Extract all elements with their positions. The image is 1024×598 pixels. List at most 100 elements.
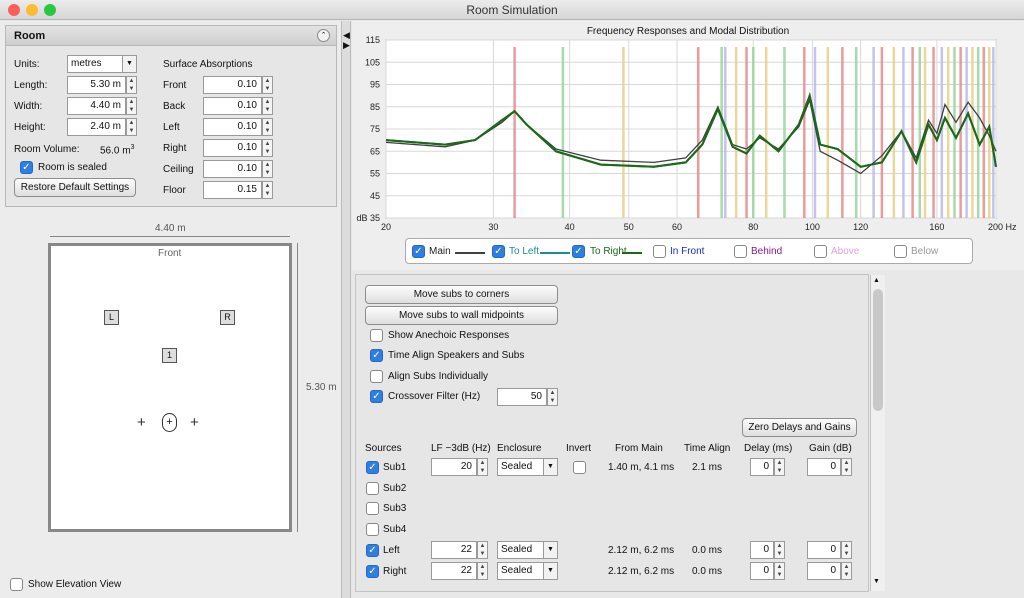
enclosure-header: Enclosure	[497, 443, 542, 454]
sub1-speaker[interactable]: 1	[162, 348, 177, 363]
right-delay-stepper[interactable]: ▲ ▼	[774, 561, 785, 580]
legend-main-swatch	[455, 252, 485, 254]
show-elevation-checkbox[interactable]	[10, 578, 23, 591]
y-tick-label: dB 35	[356, 213, 380, 223]
legend-in-front-label: In Front	[670, 246, 705, 257]
sub1-lf-input[interactable]: 20	[431, 458, 477, 476]
show-anechoic-label: Show Anechoic Responses	[388, 330, 510, 341]
left-delay-input[interactable]: 0	[750, 540, 774, 559]
y-tick-label: 65	[370, 146, 380, 156]
length-dimension-line	[297, 243, 298, 532]
chevron-down-icon: ▼	[543, 562, 557, 579]
legend-to-right-checkbox[interactable]: ✓	[572, 245, 585, 258]
right-time-align: 0.0 ms	[692, 565, 723, 577]
zero-delays-button[interactable]: Zero Delays and Gains	[742, 418, 857, 437]
x-tick-label: 80	[748, 222, 758, 232]
right-delay-input[interactable]: 0	[750, 561, 774, 580]
legend-behind-checkbox[interactable]	[734, 245, 747, 258]
sub1-source-checkbox[interactable]: ✓	[366, 461, 379, 474]
main-listening-position-icon[interactable]: +	[162, 413, 177, 432]
controls-scrollbar[interactable]: ▲ ▼	[870, 275, 885, 591]
crossover-stepper[interactable]: ▲ ▼	[547, 388, 558, 406]
left-lf-input[interactable]: 22	[431, 540, 477, 559]
time-align-label: Time Align Speakers and Subs	[388, 350, 525, 361]
sub1-enclosure-select[interactable]: Sealed ▼	[497, 458, 558, 476]
crossover-input[interactable]: 50	[497, 388, 547, 406]
sources-header: Sources	[365, 443, 402, 454]
left-gain-input[interactable]: 0	[807, 540, 841, 559]
right-source-checkbox[interactable]: ✓	[366, 564, 379, 578]
right-lf-stepper[interactable]: ▲ ▼	[477, 561, 488, 580]
right-lf-input[interactable]: 22	[431, 561, 477, 580]
y-tick-label: 115	[366, 35, 380, 45]
left-source-label: Left	[383, 544, 400, 556]
scrollbar-thumb[interactable]	[873, 289, 883, 411]
listener-left-crosshair-icon: +	[137, 414, 146, 431]
crossover-checkbox[interactable]: ✓	[370, 390, 383, 403]
lf-header: LF −3dB (Hz)	[431, 443, 491, 454]
x-tick-label: 50	[624, 222, 634, 232]
legend-to-left-checkbox[interactable]: ✓	[492, 245, 505, 258]
sub1-delay-stepper[interactable]: ▲ ▼	[774, 458, 785, 476]
sub3-source-label: Sub3	[383, 503, 407, 515]
legend-to-left-label: To Left	[509, 246, 540, 257]
x-tick-label: 200 Hz	[988, 222, 1017, 232]
y-tick-label: 105	[365, 57, 380, 67]
chevron-down-icon: ▼	[543, 541, 557, 558]
show-elevation-label: Show Elevation View	[28, 579, 122, 590]
sub4-source-checkbox[interactable]	[366, 523, 379, 537]
sub2-source-label: Sub2	[383, 482, 407, 494]
right-from-main: 2.12 m, 6.2 ms	[608, 565, 675, 577]
time-align-checkbox[interactable]: ✓	[370, 349, 383, 362]
right-gain-stepper[interactable]: ▲ ▼	[841, 561, 852, 580]
y-tick-label: 85	[370, 102, 380, 112]
y-tick-label: 75	[370, 124, 380, 134]
sub1-source-label: Sub1	[383, 462, 407, 473]
room-plan[interactable]	[48, 243, 292, 532]
right-gain-input[interactable]: 0	[807, 561, 841, 580]
left-source-checkbox[interactable]: ✓	[366, 543, 379, 557]
invert-header: Invert	[566, 443, 592, 454]
left-time-align: 0.0 ms	[692, 544, 723, 556]
legend-to-left-swatch	[540, 252, 570, 254]
sub1-gain-input[interactable]: 0	[807, 458, 841, 476]
legend-below-label: Below	[911, 246, 939, 257]
legend-main-label: Main	[429, 246, 451, 257]
sub1-gain-stepper[interactable]: ▲ ▼	[841, 458, 852, 476]
left-enclosure-value: Sealed	[501, 543, 533, 555]
sub1-enclosure-value: Sealed	[501, 461, 533, 472]
scroll-up-icon[interactable]: ▲	[873, 277, 880, 284]
delay-header: Delay (ms)	[744, 443, 793, 454]
move-subs-midpoints-button[interactable]: Move subs to wall midpoints	[365, 306, 558, 325]
scroll-down-icon[interactable]: ▼	[873, 578, 880, 585]
legend-above-checkbox[interactable]	[814, 245, 827, 258]
sub2-source-checkbox[interactable]	[366, 481, 379, 495]
align-subs-label: Align Subs Individually	[388, 371, 489, 382]
legend-main-checkbox[interactable]: ✓	[412, 245, 425, 258]
frequency-response-chart[interactable]: 115 105 95 85 75 65 55 45 dB 3520 30 40 50 60 80 100 12…	[0, 0, 1024, 270]
legend-above-label: Above	[831, 246, 860, 257]
x-tick-label: 40	[565, 222, 575, 232]
legend-behind-label: Behind	[751, 246, 783, 257]
y-tick-label: 55	[370, 169, 380, 179]
sub1-time-align: 2.1 ms	[692, 462, 723, 473]
crossover-label: Crossover Filter (Hz)	[388, 391, 481, 402]
show-anechoic-checkbox[interactable]	[370, 329, 383, 342]
x-tick-label: 120	[853, 222, 868, 232]
legend-in-front-checkbox[interactable]	[653, 245, 666, 258]
left-lf-stepper[interactable]: ▲ ▼	[477, 540, 488, 559]
right-enclosure-select[interactable]: Sealed ▼	[497, 561, 558, 580]
sub1-invert-checkbox[interactable]	[573, 461, 586, 474]
sub3-source-checkbox[interactable]	[366, 502, 379, 516]
left-delay-stepper[interactable]: ▲ ▼	[774, 540, 785, 559]
sub1-lf-stepper[interactable]: ▲ ▼	[477, 458, 488, 476]
right-speaker[interactable]: R	[220, 310, 235, 325]
move-subs-corners-button[interactable]: Move subs to corners	[365, 285, 558, 304]
left-speaker[interactable]: L	[104, 310, 119, 325]
left-enclosure-select[interactable]: Sealed ▼	[497, 540, 558, 559]
time-align-header: Time Align	[684, 443, 731, 454]
sub1-delay-input[interactable]: 0	[750, 458, 774, 476]
legend-below-checkbox[interactable]	[894, 245, 907, 258]
align-subs-checkbox[interactable]	[370, 370, 383, 383]
left-gain-stepper[interactable]: ▲ ▼	[841, 540, 852, 559]
